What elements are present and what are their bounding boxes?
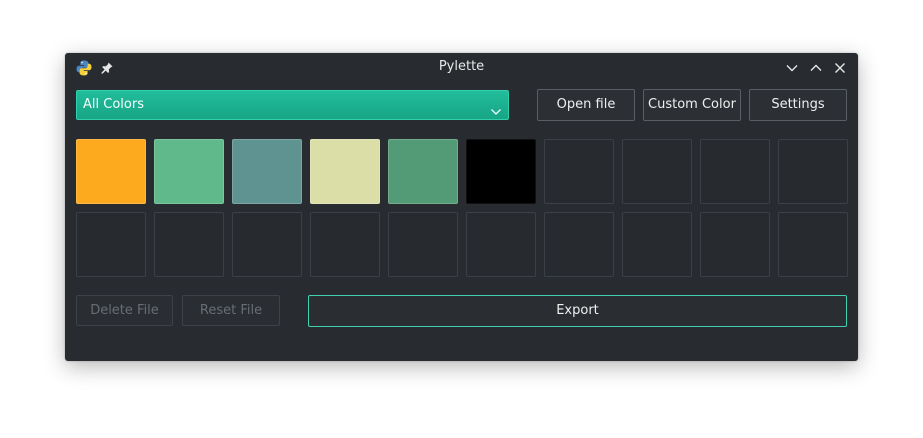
close-icon[interactable] [833,60,847,74]
empty-swatch[interactable] [544,212,614,277]
empty-swatch[interactable] [310,212,380,277]
empty-swatch[interactable] [154,212,224,277]
window-title: Pylette [438,59,485,74]
chevron-up-icon[interactable] [809,60,823,74]
custom-color-button[interactable]: Custom Color [643,89,741,121]
empty-swatch[interactable] [466,212,536,277]
empty-swatch[interactable] [76,212,146,277]
pylette-window: Pylette All Colors Open file Custom Colo… [65,53,858,361]
color-filter-dropdown[interactable]: All Colors [76,90,509,120]
export-button[interactable]: Export [308,295,847,327]
reset-file-button[interactable]: Reset File [182,295,280,326]
color-swatch[interactable] [232,139,302,204]
title-bar: Pylette [65,53,858,82]
delete-file-button[interactable]: Delete File [76,295,173,326]
chevron-down-icon[interactable] [785,60,799,74]
empty-swatch[interactable] [544,139,614,204]
empty-swatch[interactable] [622,212,692,277]
color-filter-value: All Colors [83,97,144,112]
color-swatch[interactable] [388,139,458,204]
color-swatch[interactable] [154,139,224,204]
empty-swatch[interactable] [388,212,458,277]
color-swatch[interactable] [310,139,380,204]
chevron-down-icon [490,100,502,115]
settings-button[interactable]: Settings [749,89,847,121]
empty-swatch[interactable] [778,212,848,277]
empty-swatch[interactable] [778,139,848,204]
color-swatch[interactable] [466,139,536,204]
empty-swatch[interactable] [700,212,770,277]
empty-swatch[interactable] [232,212,302,277]
open-file-button[interactable]: Open file [537,89,635,121]
empty-swatch[interactable] [622,139,692,204]
color-swatch[interactable] [76,139,146,204]
empty-swatch[interactable] [700,139,770,204]
